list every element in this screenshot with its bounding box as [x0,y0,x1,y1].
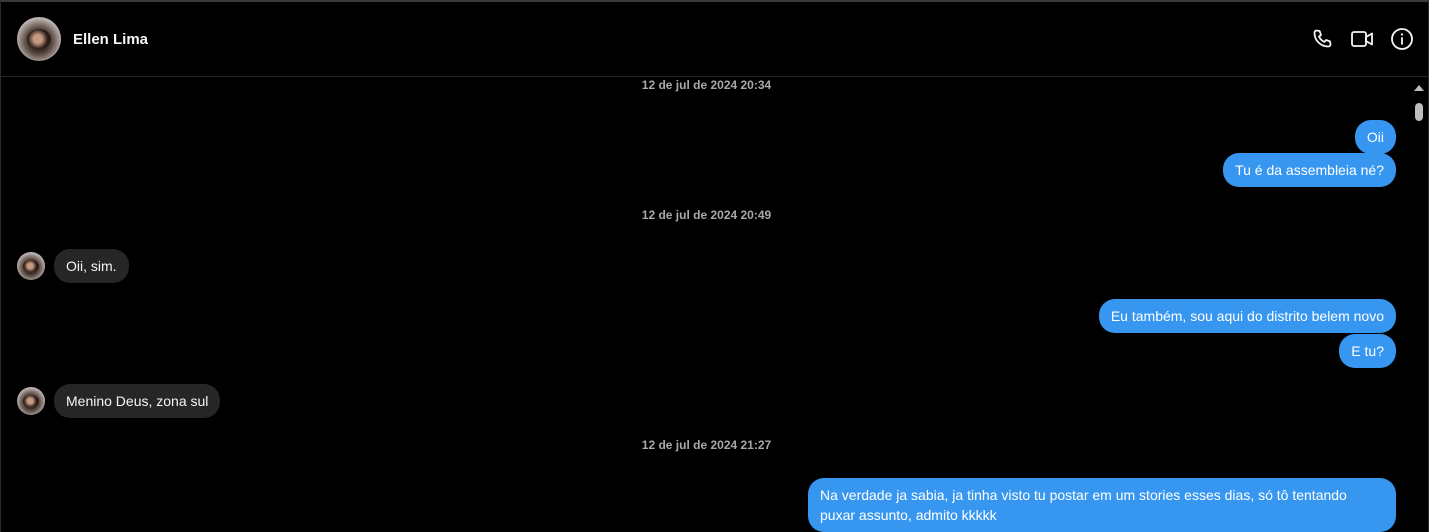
message-received[interactable]: Oii, sim. [54,249,129,283]
timestamp: 12 de jul de 2024 20:49 [641,208,772,222]
message-sent[interactable]: Oii [1354,120,1396,154]
info-icon[interactable] [1390,27,1414,51]
message-thread[interactable]: 12 de jul de 2024 20:34 Oii Tu é da asse… [1,78,1412,532]
header-actions [1310,27,1414,51]
contact-name[interactable]: Ellen Lima [73,31,148,48]
contact-avatar[interactable] [17,17,61,61]
contact-avatar-small[interactable] [17,252,45,280]
contact-avatar-small[interactable] [17,387,45,415]
message-sent[interactable]: Eu também, sou aqui do distrito belem no… [1098,299,1396,333]
phone-icon[interactable] [1310,27,1334,51]
chat-window: Ellen Lima 12 de jul de 2024 20:34 Oii T… [0,0,1429,532]
timestamp: 12 de jul de 2024 20:34 [641,78,772,92]
message-sent[interactable]: Na verdade ja sabia, ja tinha visto tu p… [808,478,1396,532]
video-icon[interactable] [1350,27,1374,51]
scrollbar[interactable] [1411,78,1427,532]
timestamp: 12 de jul de 2024 21:27 [641,438,772,452]
scroll-up-arrow-icon[interactable] [1414,85,1424,91]
scroll-thumb[interactable] [1415,103,1423,121]
message-sent[interactable]: E tu? [1339,334,1396,368]
message-sent[interactable]: Tu é da assembleia né? [1223,153,1396,187]
message-received[interactable]: Menino Deus, zona sul [54,384,221,418]
chat-header: Ellen Lima [1,2,1428,77]
